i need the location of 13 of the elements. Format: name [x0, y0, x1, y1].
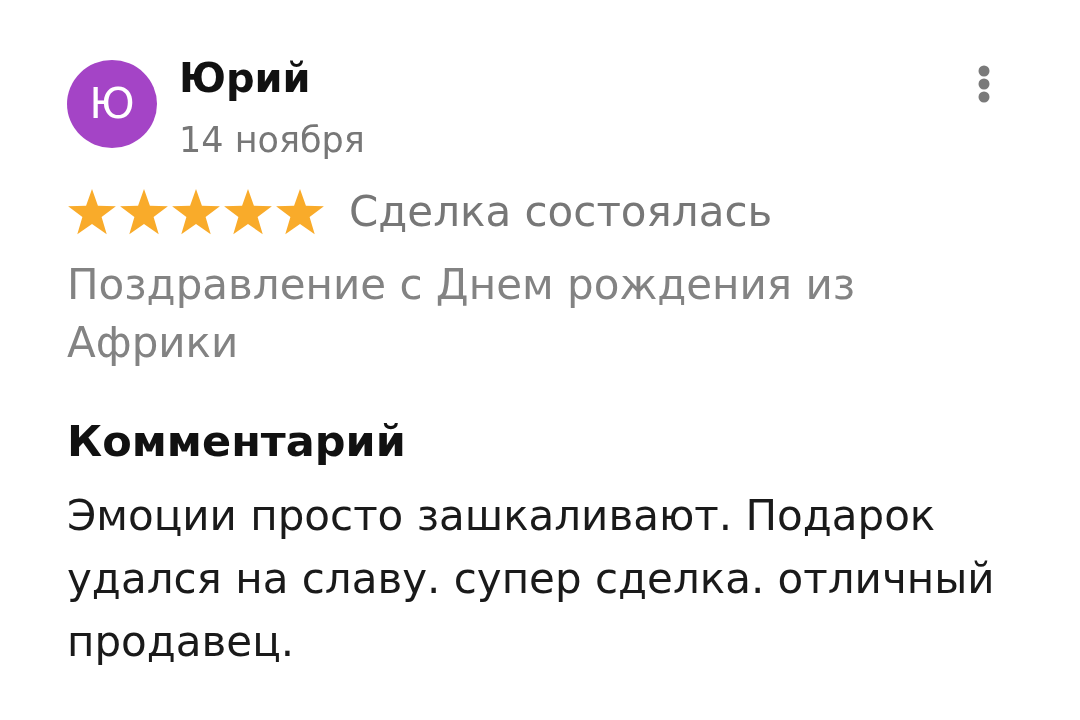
comment-text: Эмоции просто зашкаливают. Подарок удался на славу. супер сделка. отличный продавец. — [67, 490, 996, 668]
star-icon — [223, 188, 273, 236]
star-icon — [275, 188, 325, 236]
more-options-icon[interactable] — [978, 65, 990, 103]
star-icon — [171, 188, 221, 236]
star-icon — [119, 188, 169, 236]
deal-status: Сделка состоялась — [349, 189, 773, 235]
avatar: Ю — [67, 60, 157, 148]
author-name: Юрий — [179, 55, 312, 101]
comment-heading: Комментарий — [67, 416, 407, 466]
star-icon — [67, 188, 117, 236]
review-title: Поздравление с Днем рождения из Африки — [67, 259, 857, 369]
review-date: 14 ноября — [179, 120, 366, 160]
